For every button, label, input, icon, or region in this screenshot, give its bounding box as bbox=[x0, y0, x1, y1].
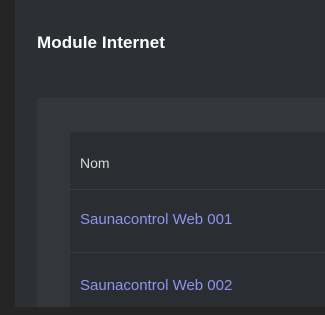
module-link-web-001[interactable]: Saunacontrol Web 001 bbox=[80, 211, 232, 228]
window-title: Module Internet bbox=[37, 33, 166, 52]
table-row[interactable]: Saunacontrol Web 001 bbox=[70, 190, 325, 253]
table-header: Nom bbox=[70, 132, 325, 190]
table-row[interactable]: Saunacontrol Web 002 bbox=[70, 253, 325, 315]
module-window: Module Internet Nom Saunacontrol Web 001… bbox=[15, 0, 325, 307]
modules-table: Nom Saunacontrol Web 001 Saunacontrol We… bbox=[70, 132, 325, 307]
module-link-web-002[interactable]: Saunacontrol Web 002 bbox=[80, 277, 232, 294]
content-panel: Nom Saunacontrol Web 001 Saunacontrol We… bbox=[37, 98, 325, 307]
column-header-nom[interactable]: Nom bbox=[80, 155, 110, 171]
